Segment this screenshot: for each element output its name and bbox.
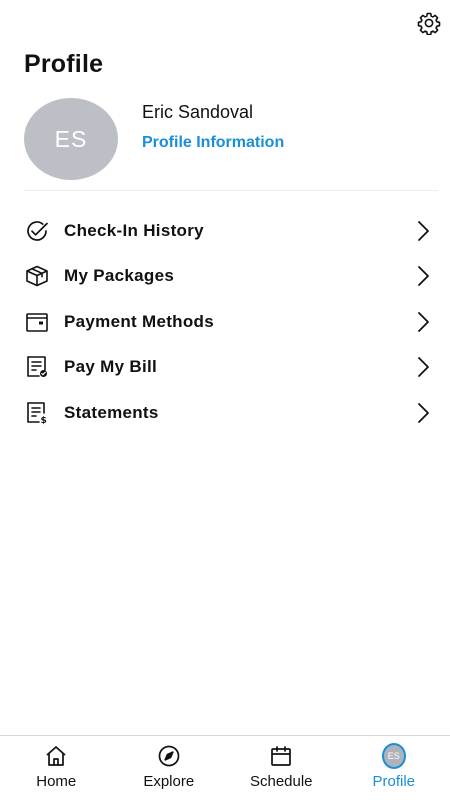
divider [24,190,438,191]
menu-item-label: Pay My Bill [64,357,158,377]
calendar-icon [269,744,293,768]
menu-item-statements[interactable]: $ Statements [0,390,450,436]
tab-avatar-initials: ES [381,743,406,769]
tab-label: Profile [372,773,416,790]
menu-item-payment-methods[interactable]: Payment Methods [0,299,450,345]
bill-check-icon [24,354,50,380]
menu-item-label: Check-In History [64,220,204,240]
chevron-right-icon [418,220,429,241]
tab-home[interactable]: Home [0,736,113,800]
check-circle-icon [24,218,50,244]
profile-card: ES Eric Sandoval Profile Information [24,98,438,182]
bottom-tab-bar: Home Explore Schedule ES Profile [0,735,450,800]
tab-profile[interactable]: ES Profile [338,736,450,800]
tab-explore[interactable]: Explore [113,736,226,800]
page-title: Profile [24,50,104,78]
gear-icon [417,12,441,35]
statement-dollar-icon: $ [24,400,50,426]
tab-schedule[interactable]: Schedule [225,736,338,800]
chevron-right-icon [418,266,429,287]
package-box-icon [24,263,50,289]
profile-menu: Check-In History My Packages Payment Met… [0,208,450,436]
chevron-right-icon [418,402,429,423]
menu-item-label: My Packages [64,266,175,286]
tab-label: Explore [143,773,195,790]
menu-item-pay-my-bill[interactable]: Pay My Bill [0,345,450,391]
svg-text:$: $ [41,416,47,426]
profile-information-link[interactable]: Profile Information [142,134,284,152]
avatar: ES [381,743,406,769]
home-icon [44,744,68,768]
avatar: ES [24,98,118,180]
chevron-right-icon [418,311,429,332]
user-name: Eric Sandoval [142,102,254,122]
chevron-right-icon [418,357,429,378]
menu-item-check-in-history[interactable]: Check-In History [0,208,450,254]
compass-icon [157,744,181,768]
menu-item-my-packages[interactable]: My Packages [0,254,450,300]
menu-item-label: Payment Methods [64,311,214,331]
menu-item-label: Statements [64,402,159,422]
wallet-icon [24,309,50,335]
tab-label: Schedule [249,773,313,790]
tab-label: Home [36,773,77,790]
settings-button[interactable] [416,10,442,36]
